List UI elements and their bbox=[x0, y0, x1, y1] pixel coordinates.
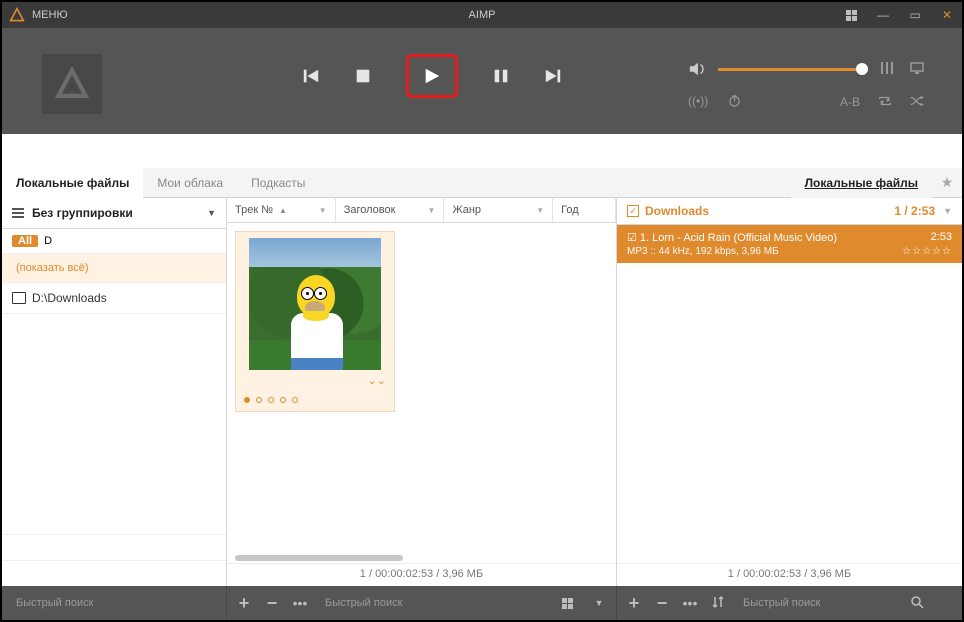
more-icon[interactable]: ••• bbox=[681, 595, 699, 611]
middle-panel: Трек №▲▼ Заголовок▼ Жанр▼ Год ⌄⌄ 1 / 00:… bbox=[227, 198, 617, 586]
maximize-button[interactable]: ▭ bbox=[904, 4, 926, 26]
stop-button[interactable] bbox=[354, 67, 372, 85]
menu-icon[interactable] bbox=[936, 595, 954, 611]
view-grid-icon[interactable] bbox=[562, 598, 580, 609]
tab-my-clouds[interactable]: Мои облака bbox=[143, 168, 237, 198]
bottom-mid-cell: + − ••• ▼ bbox=[227, 586, 617, 620]
main-area: Без группировки ▼ All D (показать всё) D… bbox=[2, 198, 962, 586]
track-rating[interactable]: ☆☆☆☆☆ bbox=[902, 246, 952, 257]
left-panel: Без группировки ▼ All D (показать всё) D… bbox=[2, 198, 227, 586]
monitor-icon[interactable] bbox=[910, 61, 924, 78]
grouping-dropdown[interactable]: Без группировки ▼ bbox=[2, 198, 226, 229]
app-logo-large bbox=[42, 54, 102, 114]
mid-search-input[interactable] bbox=[319, 591, 552, 615]
group-stat: 1 / 2:53 bbox=[894, 204, 935, 218]
player-right-controls: ((•)) A-B bbox=[688, 60, 924, 110]
col-title[interactable]: Заголовок▼ bbox=[336, 198, 445, 222]
show-all-link[interactable]: (показать всё) bbox=[2, 254, 226, 283]
minimize-button[interactable]: — bbox=[872, 4, 894, 26]
player-panel: ((•)) A-B bbox=[2, 28, 962, 134]
play-button[interactable] bbox=[406, 54, 458, 98]
bottom-toolbar: + − ••• ▼ + − ••• bbox=[2, 586, 962, 620]
next-button[interactable] bbox=[544, 67, 562, 85]
track-info: MP3 :: 44 kHz, 192 kbps, 3,96 МБ bbox=[627, 246, 779, 257]
titlebar: МЕНЮ AIMP — ▭ ✕ bbox=[2, 2, 962, 28]
add-icon[interactable]: + bbox=[625, 593, 643, 614]
tab-local-files[interactable]: Локальные файлы bbox=[2, 168, 143, 198]
add-icon[interactable]: + bbox=[235, 593, 253, 614]
tab-playlist-local[interactable]: Локальные файлы bbox=[791, 168, 932, 198]
volume-slider[interactable] bbox=[718, 68, 868, 71]
left-search-input[interactable] bbox=[10, 591, 218, 615]
album-grid: ⌄⌄ 1 / 00:00:02:53 / 3,96 МБ bbox=[227, 223, 616, 586]
track-duration: 2:53 bbox=[931, 231, 952, 244]
col-genre[interactable]: Жанр▼ bbox=[444, 198, 553, 222]
prev-button[interactable] bbox=[302, 67, 320, 85]
remove-icon[interactable]: − bbox=[653, 593, 671, 614]
left-spacer bbox=[2, 534, 226, 560]
left-spacer bbox=[2, 560, 226, 586]
folder-path: D:\Downloads bbox=[32, 291, 107, 305]
column-headers: Трек №▲▼ Заголовок▼ Жанр▼ Год bbox=[227, 198, 616, 223]
rating-dots[interactable] bbox=[244, 397, 298, 403]
chevron-down-icon: ▼ bbox=[207, 208, 216, 218]
horizontal-scrollbar[interactable] bbox=[235, 553, 608, 563]
list-icon bbox=[12, 208, 24, 218]
close-button[interactable]: ✕ bbox=[936, 4, 958, 26]
view-dropdown-icon[interactable]: ▼ bbox=[590, 598, 608, 608]
more-icon[interactable]: ••• bbox=[291, 595, 309, 611]
grid-view-icon[interactable] bbox=[840, 4, 862, 26]
shuffle-icon[interactable] bbox=[910, 95, 924, 110]
equalizer-icon[interactable] bbox=[880, 61, 894, 78]
filter-all-row[interactable]: All D bbox=[2, 229, 226, 254]
chevron-down-icon[interactable]: ▼ bbox=[943, 206, 952, 216]
group-name: Downloads bbox=[645, 204, 709, 218]
progress-area bbox=[2, 134, 962, 168]
folder-icon bbox=[12, 292, 26, 304]
grouping-label: Без группировки bbox=[32, 206, 133, 220]
pause-button[interactable] bbox=[492, 67, 510, 85]
radio-icon[interactable]: ((•)) bbox=[688, 94, 708, 110]
transport-controls bbox=[302, 54, 562, 98]
all-chip: All bbox=[12, 235, 38, 247]
volume-thumb[interactable] bbox=[856, 63, 868, 75]
tab-podcasts[interactable]: Подкасты bbox=[237, 168, 319, 198]
timer-icon[interactable] bbox=[728, 94, 741, 110]
remove-icon[interactable]: − bbox=[263, 593, 281, 614]
ab-repeat-button[interactable]: A-B bbox=[840, 95, 860, 109]
right-panel: ✓ Downloads 1 / 2:53 ▼ ☑ 1. Lorn - Acid … bbox=[617, 198, 962, 586]
bottom-right-cell: + − ••• bbox=[617, 586, 962, 620]
playlist-track[interactable]: ☑ 1. Lorn - Acid Rain (Official Music Vi… bbox=[617, 225, 962, 263]
window-title: AIMP bbox=[2, 9, 962, 21]
volume-icon[interactable] bbox=[688, 60, 706, 78]
middle-statusbar: 1 / 00:00:02:53 / 3,96 МБ bbox=[227, 563, 616, 586]
menu-button[interactable]: МЕНЮ bbox=[32, 9, 68, 21]
app-logo-small bbox=[8, 6, 26, 24]
folder-item[interactable]: D:\Downloads bbox=[2, 283, 226, 314]
col-track-no[interactable]: Трек №▲▼ bbox=[227, 198, 336, 222]
col-year[interactable]: Год bbox=[553, 198, 616, 222]
sort-icon[interactable] bbox=[709, 595, 727, 612]
search-icon[interactable] bbox=[908, 595, 926, 612]
check-icon[interactable]: ✓ bbox=[627, 205, 639, 217]
drive-letter: D bbox=[44, 235, 52, 247]
track-title-check: ☑ 1. Lorn - Acid Rain (Official Music Vi… bbox=[627, 231, 837, 244]
expand-icon[interactable]: ⌄⌄ bbox=[368, 374, 386, 387]
tabs-bar: Локальные файлы Мои облака Подкасты Лока… bbox=[2, 168, 962, 198]
favorite-icon[interactable]: ★ bbox=[932, 174, 962, 191]
bottom-left-cell bbox=[2, 586, 227, 620]
right-search-input[interactable] bbox=[737, 591, 898, 615]
album-card[interactable]: ⌄⌄ bbox=[235, 231, 395, 412]
playlist-group-header[interactable]: ✓ Downloads 1 / 2:53 ▼ bbox=[617, 198, 962, 225]
repeat-icon[interactable] bbox=[878, 95, 892, 110]
album-art bbox=[249, 238, 381, 370]
right-statusbar: 1 / 00:00:02:53 / 3,96 МБ bbox=[617, 563, 962, 586]
